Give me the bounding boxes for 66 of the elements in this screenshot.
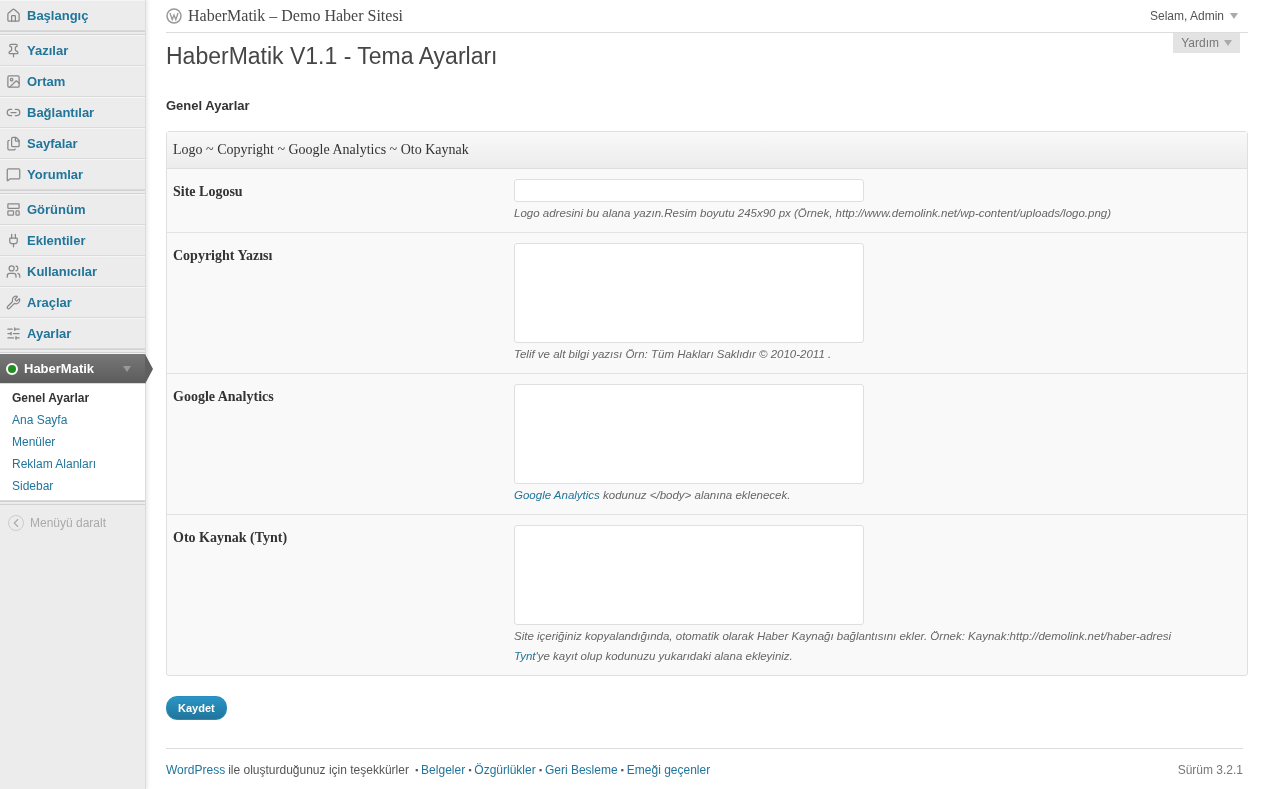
footer-link[interactable]: Geri Besleme (544, 763, 618, 777)
field-label: Google Analytics (173, 388, 275, 406)
help-button[interactable]: Yardım (1173, 33, 1240, 53)
section-title: Genel Ayarlar (166, 98, 251, 113)
text-area[interactable] (514, 525, 864, 625)
separator-text: ▪ (414, 765, 419, 775)
pages-icon (6, 136, 21, 151)
nav-menu-item[interactable]: Ayarlar (0, 318, 145, 349)
caret-icon (1224, 40, 1232, 46)
help-link[interactable]: Google Analytics (514, 489, 600, 501)
collapse-label: Menüyü daralt (30, 516, 107, 530)
submenu-link[interactable]: Ana Sayfa (0, 409, 145, 431)
submenu-link[interactable]: Genel Ayarlar (0, 387, 145, 409)
page-title: HaberMatik V1.1 - Tema Ayarları (166, 43, 499, 70)
nav-menu-item[interactable]: Eklentiler (0, 225, 145, 256)
nav-menu-item[interactable]: Araçlar (0, 287, 145, 318)
separator-text: ▪ (620, 765, 624, 775)
version-text: Sürüm 3.2.1 (1177, 763, 1243, 777)
submenu-link[interactable]: Reklam Alanları (0, 453, 145, 475)
caret-icon (1230, 13, 1238, 19)
help-text: Logo adresini bu alana yazın.Resim boyutu 245x90 px (Örnek, http://www.demolink.net/wp-content/uploads/logo.png) (514, 207, 1112, 219)
nav-menu-item[interactable]: Ortam (0, 66, 145, 97)
help-text: Telif ve alt bilgi yazısı Örn: Tüm Hakları Saklıdır © 2010-2011 . (514, 348, 832, 360)
status-dot-icon (6, 362, 18, 375)
input-field[interactable] (514, 179, 864, 202)
caret-icon (123, 365, 131, 372)
nav-menu-item[interactable]: Bağlantılar (0, 97, 145, 128)
image-icon (6, 74, 21, 89)
separator-text: ▪ (468, 765, 472, 775)
submenu-link[interactable]: Menüler (0, 431, 145, 453)
nav-menu-item[interactable]: Sayfalar (0, 128, 145, 159)
logo-icon (166, 8, 182, 24)
footer-link[interactable]: Belgeler (421, 763, 466, 777)
submenu-link[interactable]: Sidebar (0, 475, 145, 497)
nav-menu-item[interactable]: Yorumlar (0, 159, 145, 190)
panel-header: Logo ~ Copyright ~ Google Analytics ~ Oto Kaynak (167, 132, 1247, 169)
site-title[interactable]: HaberMatik – Demo Haber Sitesi (188, 7, 404, 25)
plug-icon (6, 233, 21, 248)
help-text: 'ye kayıt olup kodunuzu yukarıdaki alana ekleyiniz. (535, 650, 793, 662)
field-label: Site Logosu (173, 183, 244, 201)
footer-link[interactable]: Emeği geçenler (626, 763, 711, 777)
user-menu[interactable]: Selam, Admin (1149, 9, 1238, 23)
users-icon (6, 264, 21, 279)
separator-text: ▪ (538, 765, 542, 775)
footer-text: ile oluşturduğunuz için teşekkürler (228, 763, 409, 777)
wrench-icon (6, 295, 21, 310)
save-button[interactable]: Kaydet (166, 696, 227, 720)
text-area[interactable] (514, 243, 864, 343)
greeting-text: Selam, Admin (1149, 9, 1224, 23)
field-label: Copyright Yazısı (173, 247, 274, 265)
help-link[interactable]: Tynt (514, 650, 536, 662)
nav-menu-item[interactable]: Kullanıcılar (0, 256, 145, 287)
comment-icon (6, 167, 21, 182)
layout-icon (6, 202, 21, 217)
help-text: kodunuz </body> alanına eklenecek. (602, 489, 791, 501)
text-area[interactable] (514, 384, 864, 484)
sliders-icon (6, 326, 21, 341)
pin-icon (6, 43, 21, 58)
footer-link[interactable]: Özgürlükler (474, 763, 536, 777)
nav-menu-item[interactable]: Görünüm (0, 194, 145, 225)
help-text: Site içeriğiniz kopyalandığında, otomatik olarak Haber Kaynağı bağlantısını ekler. Örnek: Kaynak:http://demolink.net/haber-adresi (514, 630, 1172, 642)
nav-menu-item[interactable]: Başlangıç (0, 0, 145, 31)
home-icon (6, 8, 21, 23)
footer-link[interactable]: WordPress (166, 763, 226, 777)
field-label: Oto Kaynak (Tynt) (173, 529, 289, 547)
nav-menu-item[interactable]: Yazılar (0, 35, 145, 66)
